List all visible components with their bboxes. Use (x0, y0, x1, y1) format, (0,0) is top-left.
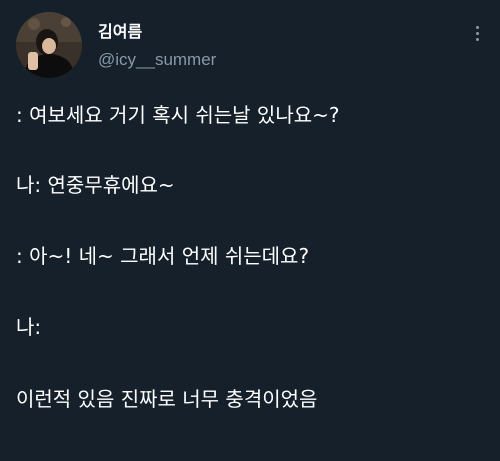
more-options-icon[interactable] (470, 26, 484, 50)
avatar[interactable] (16, 12, 82, 78)
dot-icon (475, 38, 479, 41)
tweet-card: 김여름 @icy__summer : 여보세요 거기 혹시 쉬는날 있나요~? … (0, 0, 500, 461)
tweet-line: 나: 연중무휴에요~ (16, 173, 175, 197)
dot-icon (475, 32, 479, 35)
tweet-line: 이런적 있음 진짜로 너무 충격이었음 (16, 387, 318, 411)
tweet-line: 나: (16, 315, 42, 339)
display-name[interactable]: 김여름 (98, 22, 216, 42)
tweet-line: : 아~! 네~ 그래서 언제 쉬는데요? (16, 244, 310, 268)
tweet-line: : 여보세요 거기 혹시 쉬는날 있나요~? (16, 103, 340, 127)
avatar-image (16, 12, 82, 78)
dot-icon (475, 26, 479, 29)
username-handle[interactable]: @icy__summer (98, 50, 216, 70)
tweet-header: 김여름 @icy__summer (16, 12, 484, 82)
author-names: 김여름 @icy__summer (98, 22, 216, 70)
